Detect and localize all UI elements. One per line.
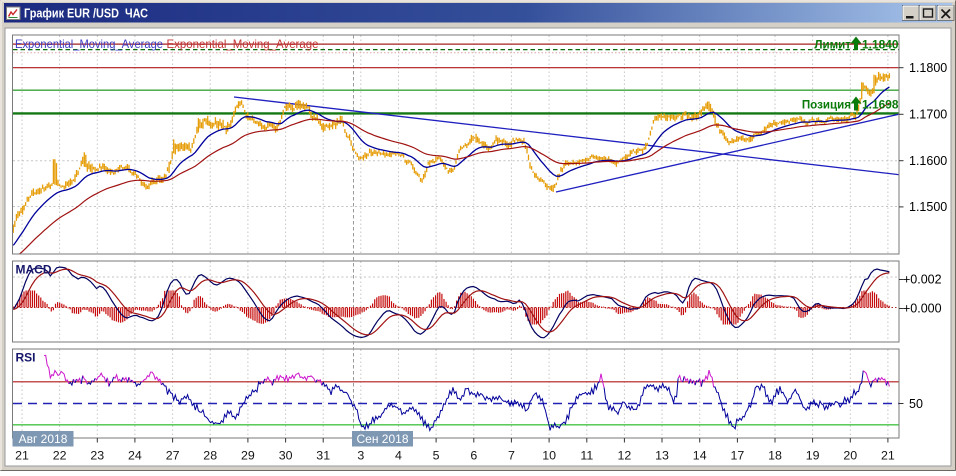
svg-text:3: 3	[357, 449, 364, 463]
svg-text:RSI: RSI	[16, 351, 36, 365]
svg-text:21: 21	[881, 449, 895, 463]
svg-text:22: 22	[53, 449, 67, 463]
svg-text:27: 27	[166, 449, 180, 463]
svg-text:Exponential_Moving_Average: Exponential_Moving_Average	[167, 37, 319, 51]
svg-text:5: 5	[433, 449, 440, 463]
svg-text:10: 10	[542, 449, 556, 463]
svg-text:7: 7	[508, 449, 515, 463]
svg-text:MACD: MACD	[16, 263, 52, 277]
svg-text:1.1800: 1.1800	[909, 61, 947, 75]
svg-text:График EUR /USD ЧАС: График EUR /USD ЧАС	[24, 6, 148, 20]
svg-text:18: 18	[768, 449, 782, 463]
svg-text:13: 13	[655, 449, 669, 463]
svg-text:50: 50	[909, 397, 923, 411]
svg-text:Сен 2018: Сен 2018	[357, 432, 409, 446]
svg-text:30: 30	[279, 449, 293, 463]
svg-text:14: 14	[693, 449, 707, 463]
svg-text:29: 29	[241, 449, 255, 463]
svg-text:1.1698: 1.1698	[862, 99, 899, 112]
svg-text:1.1500: 1.1500	[909, 200, 947, 214]
svg-text:1.1840: 1.1840	[862, 38, 899, 51]
svg-text:28: 28	[203, 449, 217, 463]
svg-text:19: 19	[806, 449, 820, 463]
svg-text:1.1700: 1.1700	[909, 108, 947, 122]
svg-text:Позиция: Позиция	[802, 99, 851, 112]
svg-text:11: 11	[580, 449, 593, 463]
svg-text:4: 4	[395, 449, 402, 463]
svg-text:12: 12	[618, 449, 632, 463]
svg-text:Лимит: Лимит	[814, 38, 851, 51]
svg-text:20: 20	[843, 449, 857, 463]
svg-text:31: 31	[316, 449, 330, 463]
svg-text:1.1600: 1.1600	[909, 154, 947, 168]
svg-text:17: 17	[731, 449, 745, 463]
svg-text:6: 6	[470, 449, 477, 463]
svg-text:23: 23	[90, 449, 104, 463]
svg-text:Авг 2018: Авг 2018	[19, 432, 68, 446]
svg-text:Exponential_Moving_Average: Exponential_Moving_Average	[15, 37, 163, 51]
svg-text:21: 21	[15, 449, 29, 463]
svg-text:+0.000: +0.000	[903, 302, 942, 316]
svg-text:24: 24	[128, 449, 142, 463]
svg-text:+0.002: +0.002	[903, 273, 942, 287]
